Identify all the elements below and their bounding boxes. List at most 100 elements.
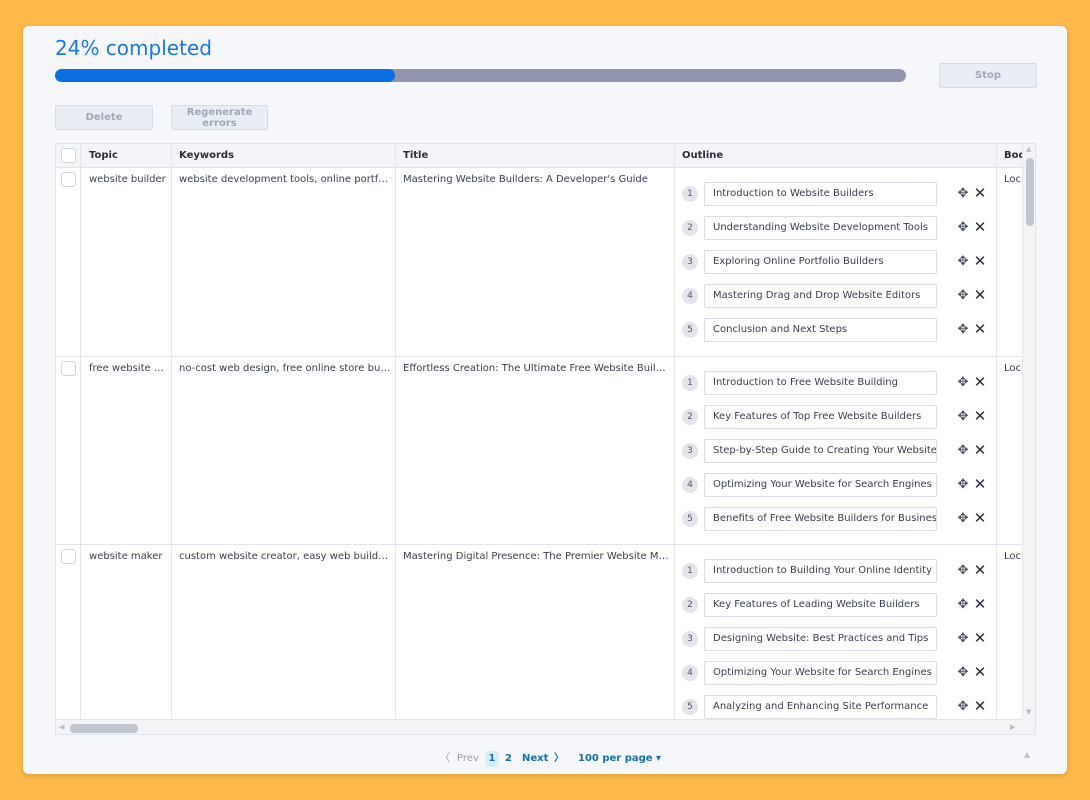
row-checkbox[interactable]: [61, 361, 76, 376]
outline-item-number: 4: [682, 288, 698, 304]
drag-move-icon[interactable]: ✥: [956, 220, 970, 236]
remove-icon[interactable]: ✕: [973, 253, 987, 269]
outline-item: 4 Mastering Drag and Drop Website Editors…: [674, 284, 996, 308]
outline-item-input[interactable]: Optimizing Your Website for Search Engin…: [704, 473, 937, 497]
drag-move-icon[interactable]: ✥: [956, 288, 970, 304]
topic-cell: website builder: [89, 174, 166, 185]
outline-item-input[interactable]: Key Features of Top Free Website Builder…: [704, 405, 937, 429]
page-2-link[interactable]: 2: [505, 751, 512, 767]
outline-item-number: 3: [682, 631, 698, 647]
outline-item-input[interactable]: Introduction to Building Your Online Ide…: [704, 559, 937, 583]
outline-item-input[interactable]: Analyzing and Enhancing Site Performance: [704, 695, 937, 719]
topic-cell: website maker: [89, 551, 163, 562]
next-page-link[interactable]: Next: [522, 751, 548, 767]
table-row: website builder website development tools…: [56, 168, 1022, 357]
regenerate-errors-button[interactable]: Regenerate errors: [171, 105, 268, 130]
remove-icon[interactable]: ✕: [973, 374, 987, 390]
outline-item: 3 Exploring Online Portfolio Builders ✥ ✕: [674, 250, 996, 274]
prev-page-link[interactable]: Prev: [457, 751, 479, 767]
drag-move-icon[interactable]: ✥: [956, 699, 970, 715]
scroll-left-arrow-icon[interactable]: ◀: [59, 723, 64, 731]
remove-icon[interactable]: ✕: [973, 287, 987, 303]
outline-item-input[interactable]: Optimizing Your Website for Search Engin…: [704, 661, 937, 685]
drag-move-icon[interactable]: ✥: [956, 631, 970, 647]
remove-icon[interactable]: ✕: [973, 321, 987, 337]
outline-item: 3 Step-by-Step Guide to Creating Your Web…: [674, 439, 996, 463]
vertical-scrollbar[interactable]: ▲ ▼: [1022, 144, 1035, 719]
row-checkbox[interactable]: [61, 549, 76, 564]
scroll-right-arrow-icon[interactable]: ▶: [1010, 723, 1015, 731]
horizontal-scroll-thumb[interactable]: [70, 724, 138, 733]
remove-icon[interactable]: ✕: [973, 664, 987, 680]
horizontal-scrollbar[interactable]: ◀ ▶: [56, 719, 1022, 734]
scroll-down-arrow-icon[interactable]: ▼: [1026, 708, 1031, 716]
progress-bar: [55, 69, 906, 82]
title-cell: Effortless Creation: The Ultimate Free W…: [403, 363, 671, 374]
vertical-scroll-thumb[interactable]: [1026, 158, 1034, 226]
drag-move-icon[interactable]: ✥: [956, 477, 970, 493]
outline-item-number: 4: [682, 477, 698, 493]
chevron-left-icon[interactable]: 〈: [440, 751, 450, 767]
delete-button[interactable]: Delete: [55, 105, 153, 130]
scrollbar-corner: [1022, 719, 1035, 734]
drag-move-icon[interactable]: ✥: [956, 665, 970, 681]
outline-item-number: 2: [682, 409, 698, 425]
scroll-up-arrow-icon[interactable]: ▲: [1026, 145, 1031, 153]
drag-move-icon[interactable]: ✥: [956, 597, 970, 613]
outline-item: 1 Introduction to Free Website Building ✥ ✕: [674, 371, 996, 395]
drag-move-icon[interactable]: ✥: [956, 409, 970, 425]
outline-item-number: 5: [682, 322, 698, 338]
keywords-cell: website development tools, online portfo…: [179, 174, 391, 185]
remove-icon[interactable]: ✕: [973, 630, 987, 646]
outline-item-input[interactable]: Introduction to Free Website Building: [704, 371, 937, 395]
title-cell: Mastering Website Builders: A Developer'…: [403, 174, 648, 185]
remove-icon[interactable]: ✕: [973, 596, 987, 612]
body-cell: Loc: [1004, 363, 1022, 374]
remove-icon[interactable]: ✕: [973, 442, 987, 458]
column-header-title[interactable]: Title: [403, 144, 428, 168]
drag-move-icon[interactable]: ✥: [956, 254, 970, 270]
outline-item-input[interactable]: Benefits of Free Website Builders for Bu…: [704, 507, 937, 531]
remove-icon[interactable]: ✕: [973, 510, 987, 526]
outline-item: 3 Designing Website: Best Practices and T…: [674, 627, 996, 651]
drag-move-icon[interactable]: ✥: [956, 186, 970, 202]
outline-item-input[interactable]: Mastering Drag and Drop Website Editors: [704, 284, 937, 308]
drag-move-icon[interactable]: ✥: [956, 443, 970, 459]
outline-item-input[interactable]: Conclusion and Next Steps: [704, 318, 937, 342]
scroll-to-top-icon[interactable]: ▲: [1024, 750, 1030, 759]
row-checkbox[interactable]: [61, 172, 76, 187]
body-cell: Loc: [1004, 174, 1022, 185]
table-header: Topic Keywords Title Outline Bod: [56, 144, 1035, 168]
drag-move-icon[interactable]: ✥: [956, 322, 970, 338]
chevron-right-icon[interactable]: 〉: [554, 751, 564, 767]
drag-move-icon[interactable]: ✥: [956, 375, 970, 391]
keywords-cell: custom website creator, easy web builder…: [179, 551, 391, 562]
outline-item-input[interactable]: Understanding Website Development Tools: [704, 216, 937, 240]
generation-panel: 24% completed Stop Delete Regenerate err…: [23, 26, 1067, 774]
table-row: website maker custom website creator, eas…: [56, 545, 1022, 734]
outline-item-input[interactable]: Step-by-Step Guide to Creating Your Webs…: [704, 439, 937, 463]
remove-icon[interactable]: ✕: [973, 219, 987, 235]
drag-move-icon[interactable]: ✥: [956, 563, 970, 579]
stop-button[interactable]: Stop: [939, 63, 1037, 88]
remove-icon[interactable]: ✕: [973, 185, 987, 201]
drag-move-icon[interactable]: ✥: [956, 511, 970, 527]
column-header-topic[interactable]: Topic: [89, 144, 118, 168]
column-header-outline[interactable]: Outline: [682, 144, 723, 168]
outline-item-input[interactable]: Introduction to Website Builders: [704, 182, 937, 206]
remove-icon[interactable]: ✕: [973, 408, 987, 424]
outline-item-number: 1: [682, 186, 698, 202]
outline-item: 4 Optimizing Your Website for Search Engi…: [674, 661, 996, 685]
outline-item-input[interactable]: Designing Website: Best Practices and Ti…: [704, 627, 937, 651]
remove-icon[interactable]: ✕: [973, 562, 987, 578]
column-header-keywords[interactable]: Keywords: [179, 144, 234, 168]
outline-item-number: 2: [682, 220, 698, 236]
page-1-link[interactable]: 1: [485, 751, 499, 767]
select-all-checkbox[interactable]: [61, 148, 76, 163]
remove-icon[interactable]: ✕: [973, 698, 987, 714]
outline-item-input[interactable]: Exploring Online Portfolio Builders: [704, 250, 937, 274]
outline-item-input[interactable]: Key Features of Leading Website Builders: [704, 593, 937, 617]
remove-icon[interactable]: ✕: [973, 476, 987, 492]
per-page-select[interactable]: 100 per page ▾: [578, 751, 661, 767]
outline-item: 1 Introduction to Building Your Online Id…: [674, 559, 996, 583]
